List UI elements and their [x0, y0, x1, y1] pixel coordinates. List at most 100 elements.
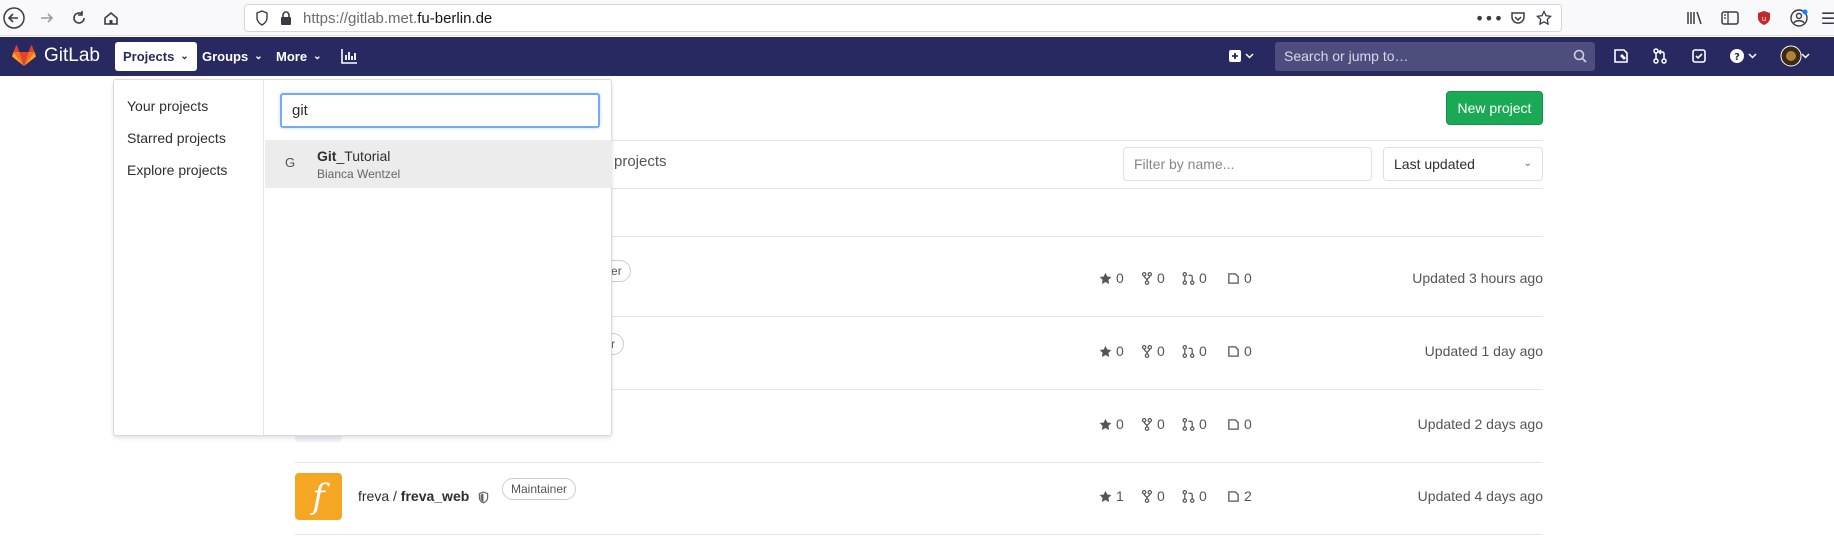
project-avatar[interactable]: f: [295, 473, 342, 520]
address-bar[interactable]: https://gitlab.met.fu-berlin.de •••: [244, 4, 1562, 32]
fork-count[interactable]: 0: [1141, 488, 1165, 504]
bookmark-star-icon[interactable]: [1535, 9, 1553, 27]
star-count[interactable]: 0: [1099, 270, 1124, 286]
new-item-plus-icon[interactable]: [1225, 45, 1259, 67]
fork-count-value: 0: [1157, 270, 1165, 286]
sort-select[interactable]: Last updated ⌄: [1383, 147, 1543, 181]
home-icon[interactable]: [97, 4, 125, 32]
merge-request-count[interactable]: 0: [1182, 270, 1207, 286]
nav-groups[interactable]: Groups ⌄: [194, 42, 271, 71]
forward-icon[interactable]: [33, 4, 61, 32]
your-projects-link[interactable]: Your projects: [127, 98, 208, 114]
fork-count[interactable]: 0: [1141, 343, 1165, 359]
todos-icon[interactable]: [1688, 45, 1710, 67]
role-badge: Maintainer: [502, 478, 577, 500]
shield-icon: [478, 489, 489, 508]
shield-icon[interactable]: [253, 9, 271, 27]
fork-icon: [1141, 489, 1153, 503]
divider: [295, 534, 1543, 535]
filter-placeholder: Filter by name...: [1134, 156, 1235, 172]
nav-projects-label: Projects: [123, 49, 175, 64]
star-icon: [1099, 490, 1112, 502]
merge-request-icon: [1182, 489, 1195, 503]
ublock-icon[interactable]: u: [1752, 6, 1776, 30]
issue-count[interactable]: 0: [1227, 416, 1252, 432]
project-title[interactable]: freva / freva_web: [358, 488, 469, 504]
divider: [295, 462, 1543, 463]
nav-more[interactable]: More ⌄: [268, 42, 329, 71]
projects-search-input[interactable]: git: [280, 93, 600, 128]
chevron-down-icon: ⌄: [180, 51, 189, 62]
projects-search-value: git: [292, 102, 308, 119]
starred-projects-link[interactable]: Starred projects: [127, 130, 226, 146]
updated-time: Updated 1 day ago: [1424, 343, 1543, 359]
nav-more-label: More: [276, 49, 308, 64]
fork-icon: [1141, 417, 1153, 431]
explore-projects-link[interactable]: Explore projects: [127, 162, 227, 178]
updated-time: Updated 3 hours ago: [1412, 270, 1543, 286]
account-icon[interactable]: [1787, 6, 1811, 30]
star-count-value: 0: [1116, 343, 1124, 359]
merge-requests-icon[interactable]: [1649, 45, 1671, 67]
merge-request-icon: [1182, 417, 1195, 431]
project-namespace: freva /: [358, 488, 397, 504]
url-text[interactable]: https://gitlab.met.fu-berlin.de: [303, 10, 492, 27]
updated-time: Updated 4 days ago: [1417, 488, 1543, 504]
issues-icon: [1228, 345, 1239, 357]
star-count[interactable]: 0: [1099, 343, 1124, 359]
merge-request-count-value: 0: [1199, 343, 1207, 359]
issue-count-value: 2: [1244, 488, 1252, 504]
merge-request-count[interactable]: 0: [1182, 343, 1207, 359]
gitlab-logo-icon[interactable]: [12, 45, 36, 71]
pocket-icon[interactable]: [1509, 9, 1527, 27]
star-icon: [1099, 418, 1112, 430]
updated-time: Updated 2 days ago: [1417, 416, 1543, 432]
chevron-down-icon: ⌄: [313, 51, 322, 62]
issue-count-value: 0: [1244, 416, 1252, 432]
issues-icon[interactable]: [1610, 45, 1632, 67]
merge-request-count-value: 0: [1199, 416, 1207, 432]
activity-chart-icon[interactable]: [338, 45, 360, 67]
library-icon[interactable]: [1683, 6, 1707, 30]
fork-count[interactable]: 0: [1141, 416, 1165, 432]
search-placeholder: Search or jump to…: [1284, 48, 1409, 64]
fork-count[interactable]: 0: [1141, 270, 1165, 286]
star-count[interactable]: 0: [1099, 416, 1124, 432]
fork-count-value: 0: [1157, 416, 1165, 432]
issue-count[interactable]: 2: [1227, 488, 1252, 504]
project-row[interactable]: f freva / freva_web Maintainer 1 0 0 2 U…: [295, 473, 1543, 539]
chevron-down-icon: ⌄: [254, 51, 263, 62]
nav-projects[interactable]: Projects ⌄: [115, 42, 197, 71]
result-avatar-letter: G: [285, 155, 296, 170]
merge-request-count[interactable]: 0: [1182, 488, 1207, 504]
reload-icon[interactable]: [65, 4, 93, 32]
search-result-item[interactable]: G Git_Tutorial Bianca Wentzel: [265, 140, 612, 188]
sidebar-icon[interactable]: [1718, 6, 1742, 30]
help-icon[interactable]: ?: [1727, 45, 1761, 67]
chevron-down-icon: ⌄: [1523, 158, 1532, 169]
merge-request-icon: [1182, 271, 1195, 285]
lock-icon[interactable]: [277, 9, 295, 27]
menu-icon[interactable]: ☰: [1816, 6, 1834, 30]
projects-dropdown: Your projects Starred projects Explore p…: [113, 79, 612, 436]
issue-count-value: 0: [1244, 270, 1252, 286]
fork-icon: [1141, 344, 1153, 358]
filter-by-name-input[interactable]: Filter by name...: [1123, 147, 1372, 181]
issue-count[interactable]: 0: [1227, 270, 1252, 286]
star-count[interactable]: 1: [1099, 488, 1124, 504]
user-avatar[interactable]: [1778, 45, 1814, 67]
star-count-value: 0: [1116, 270, 1124, 286]
merge-request-count[interactable]: 0: [1182, 416, 1207, 432]
star-icon: [1099, 272, 1112, 284]
page-actions-icon[interactable]: •••: [1475, 9, 1503, 28]
new-project-button[interactable]: New project: [1446, 91, 1543, 125]
star-icon: [1099, 345, 1112, 357]
search-input[interactable]: Search or jump to…: [1275, 42, 1595, 71]
merge-request-icon: [1182, 344, 1195, 358]
merge-request-count-value: 0: [1199, 488, 1207, 504]
tab-all-projects[interactable]: projects: [614, 153, 667, 170]
back-icon[interactable]: [0, 4, 28, 32]
issue-count[interactable]: 0: [1227, 343, 1252, 359]
project-avatar-letter: f: [312, 476, 325, 517]
brand-name[interactable]: GitLab: [44, 45, 100, 67]
